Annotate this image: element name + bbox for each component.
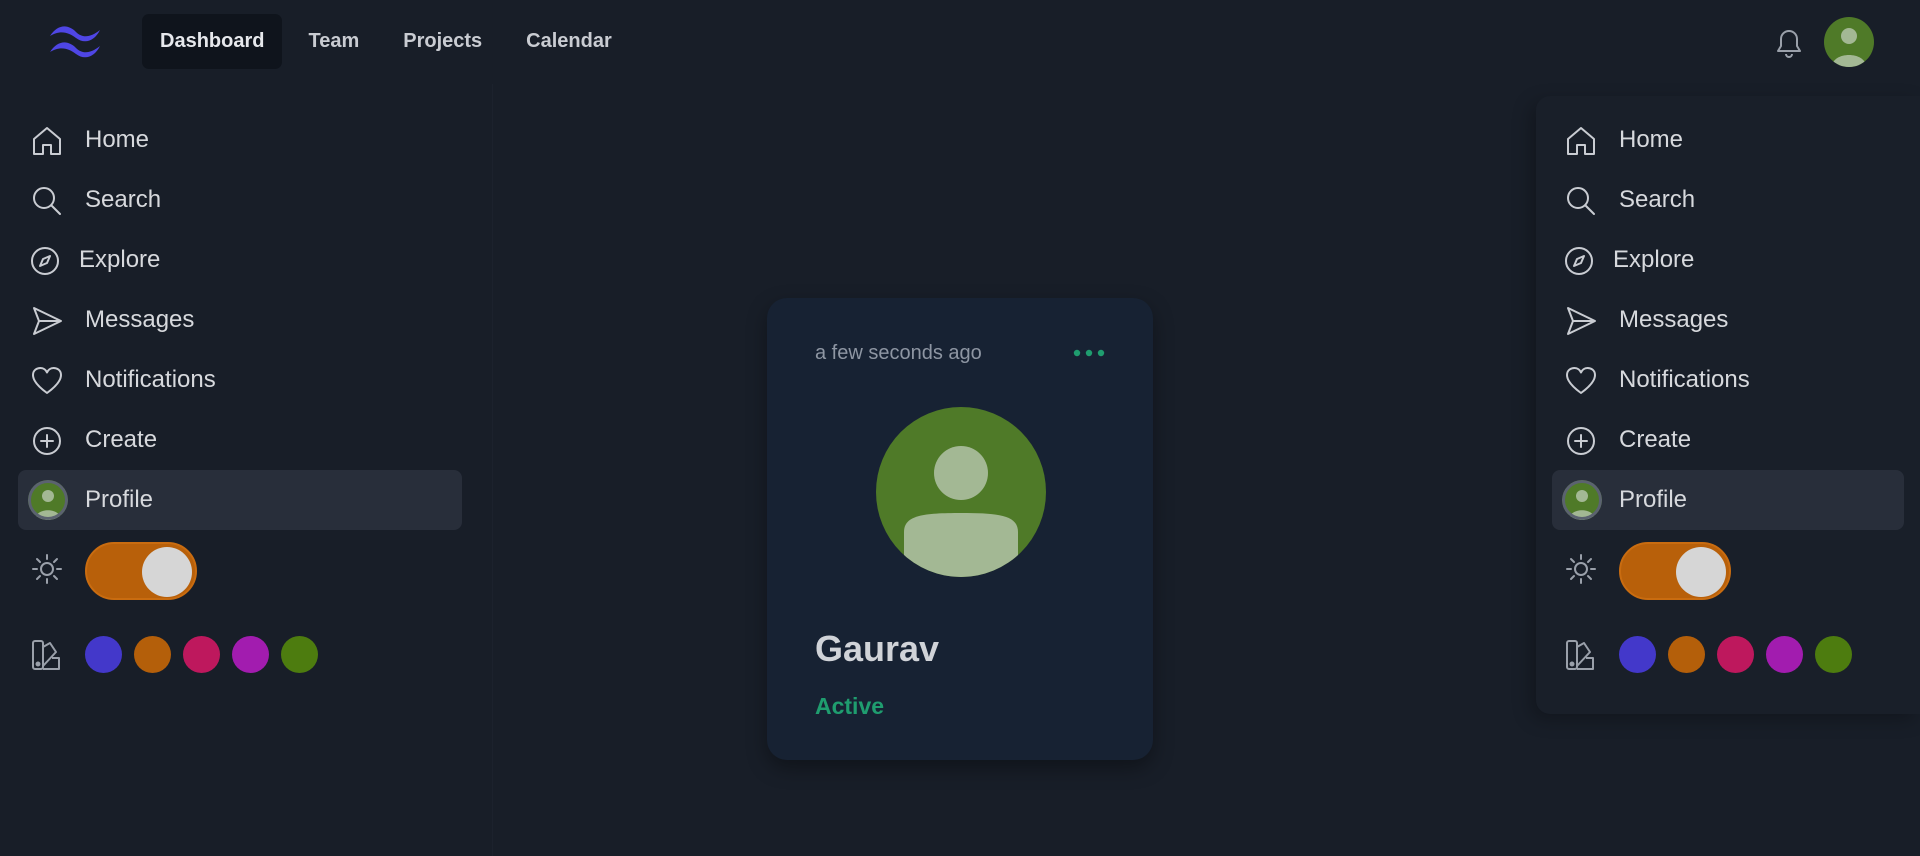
sidebar-item-create[interactable]: Create: [18, 410, 462, 470]
sidebar-item-label: Notifications: [1619, 366, 1750, 393]
avatar: [28, 480, 68, 520]
sidebar-item-label: Create: [85, 426, 158, 453]
tab-calendar[interactable]: Calendar: [508, 14, 630, 69]
send-icon: [1567, 307, 1596, 335]
swatch-green[interactable]: [1815, 636, 1852, 673]
avatar-icon: [1824, 17, 1874, 67]
sidebar-item-notifications[interactable]: Notifications: [1552, 350, 1904, 410]
avatar-icon: [876, 407, 1046, 577]
sidebar-item-label: Profile: [85, 486, 154, 513]
sidebar-item-messages[interactable]: Messages: [1552, 290, 1904, 350]
more-options-icon[interactable]: [1073, 348, 1105, 358]
right-sidebar: Home Search Explore Messages Notificatio…: [1536, 96, 1920, 714]
left-sidebar: Home Search Explore Messages Notificatio…: [18, 110, 462, 694]
compass-icon: [31, 247, 59, 275]
sidebar-item-search[interactable]: Search: [18, 170, 462, 230]
swatch-purple[interactable]: [232, 636, 269, 673]
sidebar-item-home[interactable]: Home: [18, 110, 462, 170]
avatar-icon: [28, 480, 68, 520]
bell-icon[interactable]: [1772, 24, 1806, 60]
home-icon: [33, 127, 61, 155]
timestamp: a few seconds ago: [815, 342, 982, 364]
profile-card: a few seconds ago Gaurav Active: [767, 298, 1153, 760]
sidebar-item-label: Explore: [1613, 246, 1695, 273]
sidebar-item-explore[interactable]: Explore: [18, 230, 462, 290]
color-swatches: [85, 636, 318, 673]
sidebar-item-profile[interactable]: Profile: [18, 470, 462, 530]
sidebar-item-search[interactable]: Search: [1552, 170, 1904, 230]
search-icon: [1567, 187, 1595, 215]
theme-row: [18, 530, 462, 614]
sidebar-item-profile[interactable]: Profile: [1552, 470, 1904, 530]
sidebar-item-explore[interactable]: Explore: [1552, 230, 1904, 290]
palette-row: [1552, 614, 1920, 694]
swatch-indigo[interactable]: [1619, 636, 1656, 673]
swatch-orange[interactable]: [134, 636, 171, 673]
plus-circle-icon: [33, 427, 61, 455]
profile-avatar: [876, 407, 1046, 577]
palette-icon: [1566, 640, 1594, 670]
palette-icon: [32, 640, 60, 670]
swatch-pink[interactable]: [183, 636, 220, 673]
top-navbar: Dashboard Team Projects Calendar: [0, 0, 1920, 84]
avatar-icon: [1562, 480, 1602, 520]
tab-team[interactable]: Team: [290, 14, 377, 69]
sidebar-item-label: Search: [85, 186, 162, 213]
swatch-purple[interactable]: [1766, 636, 1803, 673]
plus-circle-icon: [1567, 427, 1595, 455]
theme-row: [1552, 530, 1920, 614]
heart-icon: [32, 367, 62, 394]
divider: [492, 84, 493, 856]
sidebar-item-notifications[interactable]: Notifications: [18, 350, 462, 410]
search-icon: [33, 187, 61, 215]
sun-icon: [1566, 554, 1596, 584]
sidebar-item-label: Home: [85, 126, 150, 153]
sidebar-item-label: Profile: [1619, 486, 1688, 513]
profile-name: Gaurav: [815, 628, 940, 669]
sidebar-item-label: Messages: [85, 306, 195, 333]
sidebar-item-label: Explore: [79, 246, 161, 273]
compass-icon: [1565, 247, 1593, 275]
sun-icon: [32, 554, 62, 584]
swatch-pink[interactable]: [1717, 636, 1754, 673]
sidebar-item-messages[interactable]: Messages: [18, 290, 462, 350]
logo-icon[interactable]: [46, 22, 106, 60]
sidebar-item-create[interactable]: Create: [1552, 410, 1904, 470]
toggle-knob: [142, 547, 192, 597]
swatch-green[interactable]: [281, 636, 318, 673]
status-badge: Active: [815, 693, 885, 719]
send-icon: [33, 307, 62, 335]
sidebar-item-label: Home: [1619, 126, 1684, 153]
sidebar-item-home[interactable]: Home: [1552, 110, 1904, 170]
sidebar-item-label: Messages: [1619, 306, 1729, 333]
palette-row: [18, 614, 462, 694]
theme-toggle[interactable]: [85, 542, 197, 600]
theme-toggle[interactable]: [1619, 542, 1731, 600]
tab-dashboard[interactable]: Dashboard: [142, 14, 283, 69]
home-icon: [1567, 127, 1595, 155]
color-swatches: [1619, 636, 1852, 673]
sidebar-item-label: Create: [1619, 426, 1692, 453]
sidebar-item-label: Search: [1619, 186, 1696, 213]
toggle-knob: [1676, 547, 1726, 597]
avatar: [1562, 480, 1602, 520]
swatch-orange[interactable]: [1668, 636, 1705, 673]
swatch-indigo[interactable]: [85, 636, 122, 673]
main-nav: Dashboard Team Projects Calendar: [142, 14, 630, 69]
sidebar-item-label: Notifications: [85, 366, 216, 393]
heart-icon: [1566, 367, 1596, 394]
user-avatar[interactable]: [1824, 17, 1874, 67]
tab-projects[interactable]: Projects: [385, 14, 500, 69]
